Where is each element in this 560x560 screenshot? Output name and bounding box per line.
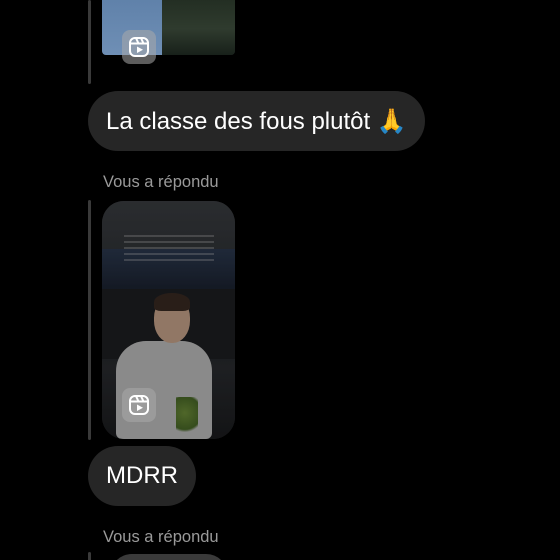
reel-image-trees bbox=[162, 0, 235, 55]
reels-icon bbox=[122, 388, 156, 422]
message-bubble[interactable]: MDRR bbox=[88, 446, 196, 506]
reel-thumbnail-bottom[interactable] bbox=[110, 554, 228, 560]
message-text: MDRR bbox=[106, 462, 178, 489]
reels-icon bbox=[122, 30, 156, 64]
chat-thread: La classe des fous plutôt 🙏 Vous a répon… bbox=[0, 0, 560, 560]
reply-label: Vous a répondu bbox=[103, 528, 219, 546]
message-bubble[interactable]: La classe des fous plutôt 🙏 bbox=[88, 91, 425, 151]
reply-quote-line bbox=[88, 0, 91, 84]
reply-label: Vous a répondu bbox=[103, 173, 219, 191]
reply-quote-line bbox=[88, 200, 91, 440]
reply-quote-line bbox=[88, 552, 91, 560]
message-text: La classe des fous plutôt 🙏 bbox=[106, 107, 407, 135]
